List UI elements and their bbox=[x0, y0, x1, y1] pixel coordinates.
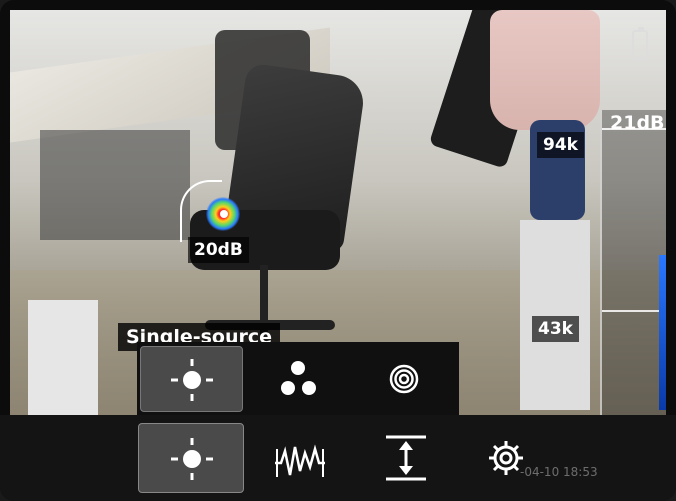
range-adjust-button[interactable] bbox=[352, 423, 458, 493]
datetime-readout: -04-10 18:53 bbox=[520, 465, 598, 479]
scale-fill bbox=[659, 255, 666, 410]
scale-tick-bottom bbox=[602, 310, 666, 312]
scale-lower-frequency[interactable]: 43k bbox=[532, 316, 579, 342]
waveform-icon bbox=[275, 444, 325, 477]
scene-person bbox=[490, 10, 600, 130]
scene-bin-left bbox=[28, 300, 98, 415]
mode-option-multi[interactable] bbox=[247, 346, 350, 412]
gear-icon bbox=[489, 441, 523, 475]
device-frame: 21dB 94k 43k 20dB Single-source -04-10 1… bbox=[0, 0, 676, 501]
single-source-icon bbox=[171, 438, 213, 480]
settings-button[interactable] bbox=[458, 423, 564, 493]
battery-icon bbox=[632, 27, 648, 60]
mode-option-single[interactable] bbox=[140, 346, 243, 412]
scene-bin-right bbox=[520, 220, 590, 410]
scale-max-level: 21dB bbox=[610, 112, 665, 134]
source-level-label: 20dB bbox=[188, 237, 249, 263]
mode-selector bbox=[137, 342, 459, 417]
bottom-toolbar: -04-10 18:53 bbox=[0, 415, 676, 501]
range-adjust-icon bbox=[386, 435, 426, 481]
mode-option-rings[interactable] bbox=[353, 346, 456, 412]
single-source-icon bbox=[171, 359, 213, 401]
sound-source-center bbox=[220, 210, 228, 218]
waveform-button[interactable] bbox=[245, 423, 351, 493]
level-scale-bar bbox=[600, 110, 666, 415]
scene-desk-cabinet bbox=[40, 130, 190, 240]
single-source-button[interactable] bbox=[138, 423, 244, 493]
multi-source-icon bbox=[281, 361, 316, 395]
concentric-rings-icon bbox=[389, 364, 419, 394]
scale-upper-frequency[interactable]: 94k bbox=[537, 132, 584, 158]
